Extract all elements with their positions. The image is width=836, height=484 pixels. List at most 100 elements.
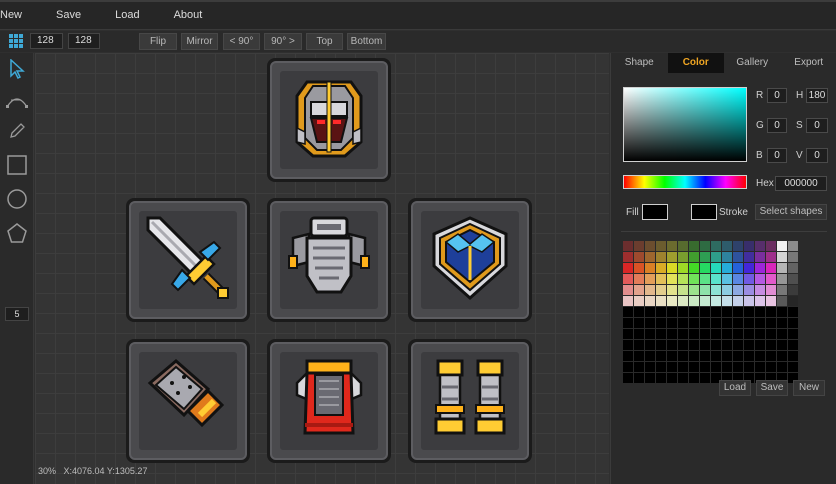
palette-swatch[interactable]: [700, 252, 710, 262]
palette-swatch[interactable]: [667, 241, 677, 251]
stroke-swatch[interactable]: [691, 204, 717, 220]
palette-swatch[interactable]: [645, 252, 655, 262]
palette-swatch[interactable]: [667, 340, 677, 350]
palette-swatch[interactable]: [777, 329, 787, 339]
palette-swatch[interactable]: [777, 252, 787, 262]
menu-save[interactable]: Save: [56, 9, 81, 21]
palette-swatch[interactable]: [722, 362, 732, 372]
palette-swatch[interactable]: [755, 252, 765, 262]
palette-swatch[interactable]: [678, 274, 688, 284]
palette-swatch[interactable]: [700, 274, 710, 284]
palette-swatch[interactable]: [744, 252, 754, 262]
palette-swatch[interactable]: [656, 274, 666, 284]
palette-swatch[interactable]: [656, 373, 666, 383]
palette-swatch[interactable]: [667, 318, 677, 328]
palette-swatch[interactable]: [700, 241, 710, 251]
palette-swatch[interactable]: [634, 351, 644, 361]
tab-gallery[interactable]: Gallery: [724, 53, 781, 73]
palette-swatch[interactable]: [733, 340, 743, 350]
palette-swatch[interactable]: [766, 362, 776, 372]
palette-swatch[interactable]: [755, 274, 765, 284]
palette-swatch[interactable]: [766, 340, 776, 350]
palette-swatch[interactable]: [678, 373, 688, 383]
palette-swatch[interactable]: [689, 351, 699, 361]
palette-swatch[interactable]: [777, 241, 787, 251]
palette-swatch[interactable]: [667, 362, 677, 372]
palette-swatch[interactable]: [645, 296, 655, 306]
h-field[interactable]: 180: [806, 88, 828, 103]
palette-swatch[interactable]: [634, 329, 644, 339]
palette-swatch[interactable]: [711, 274, 721, 284]
palette-swatch[interactable]: [733, 274, 743, 284]
palette-swatch[interactable]: [766, 307, 776, 317]
palette-swatch[interactable]: [645, 340, 655, 350]
palette-swatch[interactable]: [645, 351, 655, 361]
palette-swatch[interactable]: [777, 296, 787, 306]
palette-swatch[interactable]: [623, 252, 633, 262]
palette-save-button[interactable]: Save: [756, 380, 788, 396]
drawing-canvas[interactable]: [35, 53, 609, 484]
palette-swatch[interactable]: [667, 307, 677, 317]
tab-shape[interactable]: Shape: [611, 53, 668, 73]
palette-swatch[interactable]: [755, 285, 765, 295]
palette-swatch[interactable]: [744, 285, 754, 295]
palette-swatch[interactable]: [744, 351, 754, 361]
palette-swatch[interactable]: [711, 252, 721, 262]
palette-swatch[interactable]: [722, 285, 732, 295]
palette-load-button[interactable]: Load: [719, 380, 751, 396]
bottom-button[interactable]: Bottom: [347, 33, 386, 50]
fill-swatch[interactable]: [642, 204, 668, 220]
palette-swatch[interactable]: [711, 318, 721, 328]
palette-swatch[interactable]: [733, 296, 743, 306]
palette-swatch[interactable]: [766, 274, 776, 284]
palette-swatch[interactable]: [623, 329, 633, 339]
s-field[interactable]: 0: [806, 118, 828, 133]
palette-swatch[interactable]: [667, 274, 677, 284]
r-field[interactable]: 0: [767, 88, 787, 103]
palette-swatch[interactable]: [722, 329, 732, 339]
palette-swatch[interactable]: [634, 241, 644, 251]
palette-swatch[interactable]: [667, 285, 677, 295]
palette-swatch[interactable]: [689, 373, 699, 383]
palette-swatch[interactable]: [645, 274, 655, 284]
palette-swatch[interactable]: [645, 307, 655, 317]
palette-new-button[interactable]: New: [793, 380, 825, 396]
palette-swatch[interactable]: [777, 351, 787, 361]
tile-sword[interactable]: [126, 198, 250, 322]
canvas-width-field[interactable]: 128: [30, 33, 63, 49]
palette-swatch[interactable]: [700, 373, 710, 383]
palette-swatch[interactable]: [733, 241, 743, 251]
b-field[interactable]: 0: [767, 148, 787, 163]
palette-swatch[interactable]: [656, 362, 666, 372]
palette-swatch[interactable]: [744, 362, 754, 372]
palette-swatch[interactable]: [777, 307, 787, 317]
palette-swatch[interactable]: [689, 252, 699, 262]
palette-swatch[interactable]: [667, 263, 677, 273]
palette-swatch[interactable]: [678, 263, 688, 273]
palette-swatch[interactable]: [689, 274, 699, 284]
palette-swatch[interactable]: [689, 362, 699, 372]
saturation-value-picker[interactable]: [623, 87, 747, 162]
tile-shield[interactable]: [408, 198, 532, 322]
menu-about[interactable]: About: [174, 9, 203, 21]
palette-swatch[interactable]: [656, 307, 666, 317]
palette-swatch[interactable]: [788, 340, 798, 350]
palette-swatch[interactable]: [634, 373, 644, 383]
tab-color[interactable]: Color: [667, 53, 724, 73]
palette-swatch[interactable]: [645, 263, 655, 273]
rectangle-icon[interactable]: [5, 153, 29, 177]
palette-swatch[interactable]: [689, 285, 699, 295]
palette-swatch[interactable]: [755, 351, 765, 361]
palette-swatch[interactable]: [656, 252, 666, 262]
flip-button[interactable]: Flip: [139, 33, 177, 50]
palette-swatch[interactable]: [722, 318, 732, 328]
palette-swatch[interactable]: [755, 307, 765, 317]
palette-swatch[interactable]: [656, 318, 666, 328]
palette-swatch[interactable]: [777, 263, 787, 273]
palette-swatch[interactable]: [788, 351, 798, 361]
hex-field[interactable]: 000000: [775, 176, 827, 191]
palette-swatch[interactable]: [667, 351, 677, 361]
select-shapes-button[interactable]: Select shapes: [755, 204, 827, 220]
palette-swatch[interactable]: [733, 263, 743, 273]
palette-swatch[interactable]: [722, 252, 732, 262]
